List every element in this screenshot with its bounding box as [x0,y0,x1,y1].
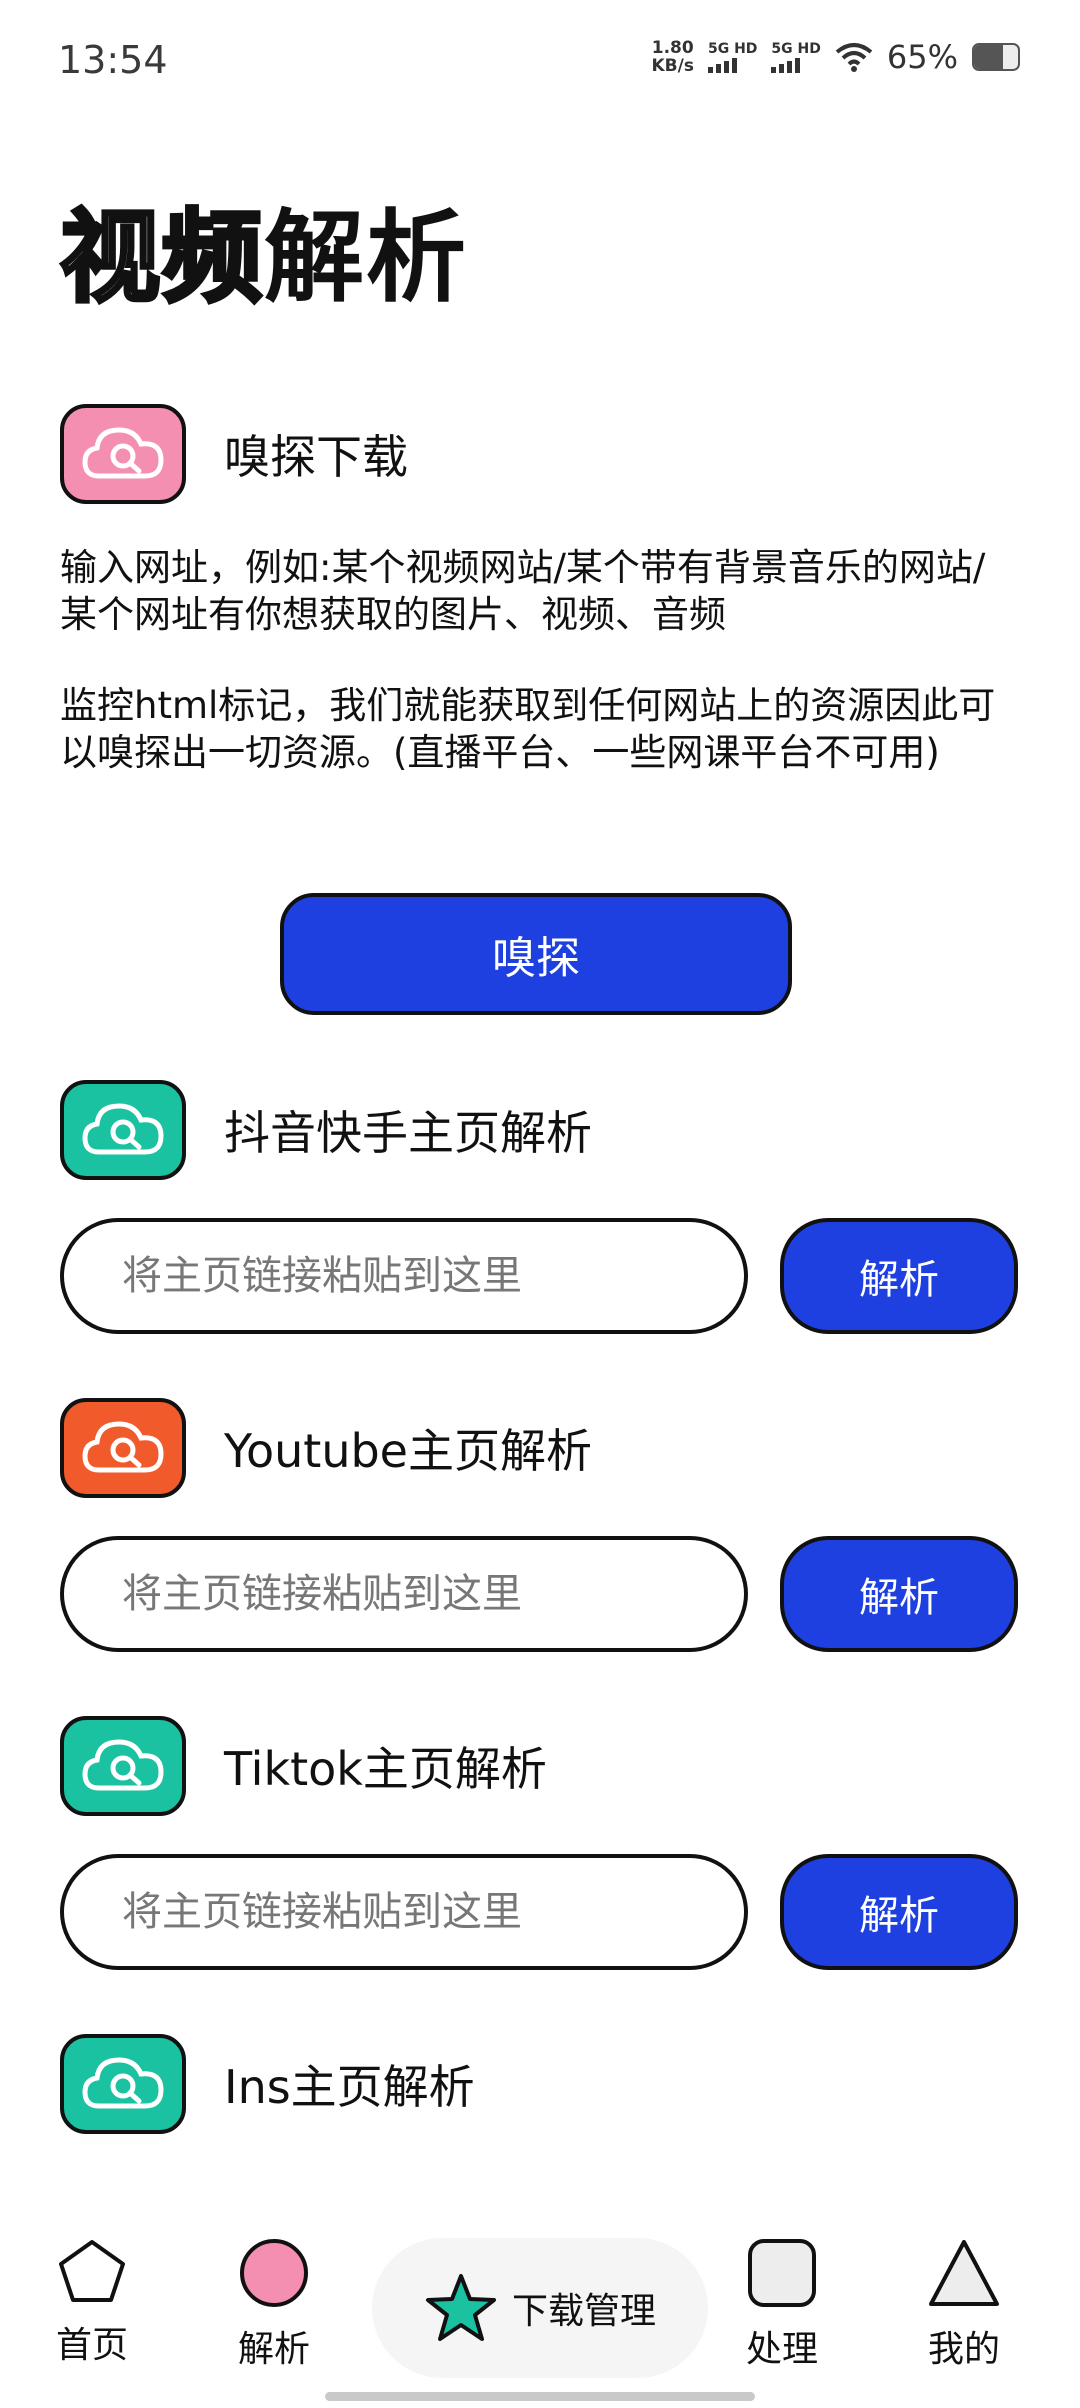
star-icon [425,2274,496,2341]
status-bar: 13:54 1.80 KB/s 5G HD 5G HD 65% [0,0,1080,120]
battery-icon [972,43,1020,71]
cloud-search-icon [60,1716,186,1816]
douyin-kuaishou-section-header: 抖音快手主页解析 [60,1080,592,1180]
tiktok-url-input[interactable]: 将主页链接粘贴到这里 [60,1854,748,1970]
pink-circle-icon [240,2239,308,2307]
rounded-square-icon [748,2239,816,2307]
douyin-kuaishou-url-input[interactable]: 将主页链接粘贴到这里 [60,1218,748,1334]
youtube-url-input[interactable]: 将主页链接粘贴到这里 [60,1536,748,1652]
page-title-solid: 解析 [264,199,468,316]
nav-me-label: 我的 [927,2329,1000,2370]
tiktok-title: Tiktok主页解析 [224,1742,547,1796]
douyin-kuaishou-title: 抖音快手主页解析 [224,1106,592,1160]
network-speed-value: 1.80 [651,38,694,58]
bottom-nav: 首页 解析 下载管理 处理 我的 [0,2210,1080,2408]
wifi-icon [835,43,873,72]
status-icons: 1.80 KB/s 5G HD 5G HD 65% [652,38,1020,76]
sim2-label: 5G HD [771,41,821,57]
youtube-parse-button[interactable]: 解析 [780,1536,1018,1652]
sniff-section-header: 嗅探下载 [60,404,408,504]
nav-downloads-label: 下载管理 [511,2291,656,2332]
sniff-description-2: 监控html标记，我们就能获取到任何网站上的资源因此可以嗅探出一切资源。(直播平… [60,684,996,774]
sniff-title: 嗅探下载 [224,430,408,484]
sniff-button[interactable]: 嗅探 [280,893,792,1015]
nav-parse[interactable]: 解析 [232,2238,316,2372]
nav-process[interactable]: 处理 [740,2238,824,2372]
triangle-icon [929,2240,999,2306]
battery-percent: 65% [886,38,958,76]
nav-home-label: 首页 [55,2325,128,2366]
nav-home[interactable]: 首页 [50,2238,134,2368]
status-time: 13:54 [58,38,168,82]
youtube-section-header: Youtube主页解析 [60,1398,592,1498]
tiktok-parse-button[interactable]: 解析 [780,1854,1018,1970]
nav-me[interactable]: 我的 [922,2238,1006,2372]
cloud-search-icon [60,2034,186,2134]
nav-downloads[interactable]: 下载管理 [372,2238,708,2378]
sniff-description-1: 输入网址，例如:某个视频网站/某个带有背景音乐的网站/某个网址有你想获取的图片、… [60,546,986,636]
home-indicator[interactable] [325,2392,755,2401]
sim1-label: 5G HD [707,41,758,57]
page-title: 视频解析 [58,176,468,321]
battery-fill [974,45,1003,69]
nav-parse-label: 解析 [237,2329,310,2370]
pentagon-icon [59,2240,125,2302]
nav-process-label: 处理 [745,2329,818,2370]
cloud-search-icon [60,404,186,504]
ins-title: Ins主页解析 [224,2060,475,2114]
network-speed: 1.80 KB/s [652,39,694,75]
ins-section-header: Ins主页解析 [60,2034,475,2134]
network-speed-unit: KB/s [651,56,694,76]
douyin-kuaishou-parse-button[interactable]: 解析 [780,1218,1018,1334]
cloud-search-icon [60,1398,186,1498]
tiktok-section-header: Tiktok主页解析 [60,1716,547,1816]
sim1-signal-icon: 5G HD [707,41,758,73]
page-title-outline: 视频 [58,197,264,318]
youtube-title: Youtube主页解析 [224,1424,592,1478]
sim2-signal-icon: 5G HD [771,41,821,73]
cloud-search-icon [60,1080,186,1180]
